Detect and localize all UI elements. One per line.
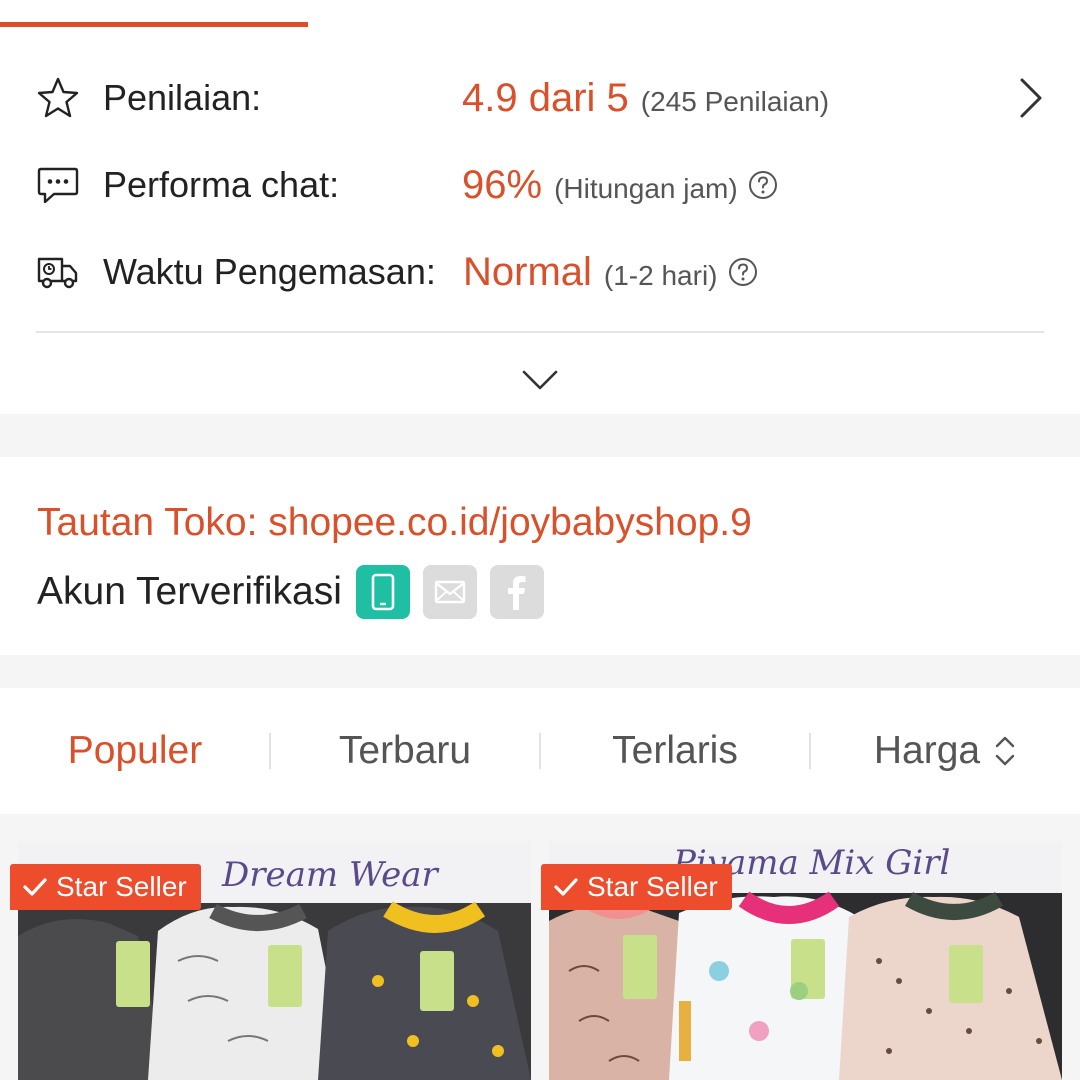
tab-label: Terlaris xyxy=(612,729,738,772)
chevron-right-icon[interactable] xyxy=(1016,76,1046,120)
rating-row[interactable]: Penilaian: 4.9 dari 5 (245 Penilaian) xyxy=(36,68,1046,128)
shop-stats-card: Penilaian: 4.9 dari 5 (245 Penilaian) Pe… xyxy=(0,0,1080,414)
rating-value-group: 4.9 dari 5 (245 Penilaian) xyxy=(462,76,829,121)
check-icon xyxy=(553,874,579,900)
check-icon xyxy=(22,874,48,900)
phone-icon xyxy=(371,573,395,611)
shop-link[interactable]: Tautan Toko: shopee.co.id/joybabyshop.9 xyxy=(37,501,752,545)
chat-performance-detail: (Hitungan jam) xyxy=(554,172,738,204)
divider xyxy=(36,331,1044,333)
delivery-truck-icon xyxy=(36,250,80,294)
help-circle-icon[interactable] xyxy=(728,257,758,287)
tab-populer[interactable]: Populer xyxy=(0,688,270,814)
product-grid: Dream Wear Piyama Mix Girl xyxy=(0,814,1080,1080)
tab-separator xyxy=(269,733,271,769)
sort-arrows-icon xyxy=(994,734,1016,768)
shop-info-card: Tautan Toko: shopee.co.id/joybabyshop.9 … xyxy=(0,457,1080,655)
packing-time-row: Waktu Pengemasan: Normal (1-2 hari) xyxy=(36,242,1046,302)
chat-performance-value: 96% xyxy=(462,162,543,207)
tab-separator xyxy=(809,733,811,769)
facebook-verified-badge xyxy=(489,565,544,619)
tab-terlaris[interactable]: Terlaris xyxy=(540,688,810,814)
email-verified-badge xyxy=(422,565,477,619)
chat-performance-label: Performa chat: xyxy=(103,164,340,205)
facebook-icon xyxy=(507,576,526,610)
star-seller-label: Star Seller xyxy=(587,871,718,902)
star-seller-badge: Star Seller xyxy=(541,864,732,910)
tab-label: Harga xyxy=(873,729,981,772)
star-seller-label: Star Seller xyxy=(56,871,187,902)
packing-time-label: Waktu Pengemasan: xyxy=(103,251,436,292)
packing-time-detail: (1-2 hari) xyxy=(603,259,718,291)
mail-icon xyxy=(434,580,466,604)
tab-label: Terbaru xyxy=(338,729,472,772)
rating-count: (245 Penilaian) xyxy=(640,85,830,117)
tab-harga[interactable]: Harga xyxy=(810,688,1080,814)
chat-bubble-icon xyxy=(36,163,80,207)
product-image-caption: Dream Wear xyxy=(222,855,438,895)
star-icon xyxy=(36,76,80,120)
help-circle-icon[interactable] xyxy=(748,170,778,200)
verified-account-row: Akun Terverifikasi xyxy=(37,565,544,619)
verified-account-label: Akun Terverifikasi xyxy=(37,570,342,613)
packing-time-value: Normal xyxy=(463,249,592,294)
tab-terbaru[interactable]: Terbaru xyxy=(270,688,540,814)
tab-label: Populer xyxy=(67,729,203,772)
tab-separator xyxy=(539,733,541,769)
chevron-down-icon[interactable] xyxy=(520,364,560,394)
active-tab-indicator xyxy=(0,22,308,27)
chat-performance-row: Performa chat: 96% (Hitungan jam) xyxy=(36,155,1046,215)
rating-label: Penilaian: xyxy=(103,77,262,118)
packing-value-group: Normal (1-2 hari) xyxy=(463,250,758,295)
chat-value-group: 96% (Hitungan jam) xyxy=(462,163,778,208)
phone-verified-badge xyxy=(355,565,410,619)
star-seller-badge: Star Seller xyxy=(10,864,201,910)
rating-value: 4.9 dari 5 xyxy=(462,75,629,120)
